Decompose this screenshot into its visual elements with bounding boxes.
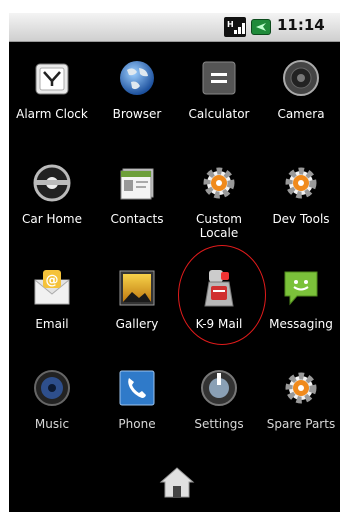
calculator-icon: [202, 61, 236, 95]
gallery-icon: [119, 270, 155, 306]
app-label: Messaging: [269, 317, 333, 331]
status-bar: H 11:14: [9, 13, 340, 42]
app-label: Camera: [277, 107, 325, 121]
globe-icon: [120, 61, 154, 95]
app-label: Custom Locale: [196, 212, 242, 240]
home-icon[interactable]: [159, 465, 195, 499]
camera-icon: [283, 60, 319, 96]
app-label: Phone: [118, 417, 156, 431]
app-alarm-clock[interactable]: Alarm Clock: [11, 58, 93, 138]
app-messaging[interactable]: Messaging: [260, 268, 340, 348]
app-label: Dev Tools: [272, 212, 330, 226]
app-label: Contacts: [110, 212, 164, 226]
app-label: Spare Parts: [266, 417, 336, 431]
app-browser[interactable]: Browser: [96, 58, 178, 138]
envelope-icon: @: [34, 270, 70, 305]
battery-charging-icon: [251, 19, 271, 35]
app-label: Alarm Clock: [16, 107, 88, 121]
app-label: Music: [34, 417, 70, 431]
app-email[interactable]: @ Email: [11, 268, 93, 348]
app-label: Car Home: [22, 212, 82, 226]
app-custom-locale[interactable]: Custom Locale: [178, 163, 260, 253]
app-car-home[interactable]: Car Home: [11, 163, 93, 253]
k9-highlight-circle: [178, 245, 266, 345]
app-label: Browser: [112, 107, 162, 121]
phone-handset-icon: [119, 370, 155, 406]
gear-icon: [285, 167, 317, 199]
app-label: Calculator: [188, 107, 250, 121]
app-dev-tools[interactable]: Dev Tools: [260, 163, 340, 253]
chat-bubble-icon: [284, 271, 318, 306]
settings-dial-icon: [201, 370, 237, 406]
app-label: Settings: [194, 417, 244, 431]
app-contacts[interactable]: Contacts: [96, 163, 178, 253]
app-phone[interactable]: Phone: [96, 368, 178, 448]
app-settings[interactable]: Settings: [178, 368, 260, 448]
app-label: Gallery: [115, 317, 159, 331]
gear-icon: [285, 372, 317, 404]
status-time: 11:14: [277, 16, 325, 34]
app-calculator[interactable]: Calculator: [178, 58, 260, 138]
device-screen: H 11:14 Alarm Clock Browser Calculator C…: [9, 13, 340, 512]
app-gallery[interactable]: Gallery: [96, 268, 178, 348]
alarm-clock-icon: [35, 63, 69, 95]
car-home-icon: [33, 164, 71, 202]
app-spare-parts[interactable]: Spare Parts: [260, 368, 340, 448]
app-music[interactable]: Music: [11, 368, 93, 448]
speaker-icon: [34, 370, 70, 406]
gear-icon: [203, 167, 235, 199]
svg-text:@: @: [46, 273, 59, 288]
app-label: Email: [35, 317, 69, 331]
app-camera[interactable]: Camera: [260, 58, 340, 138]
signal-icon: H: [224, 17, 246, 37]
contacts-icon: [120, 168, 154, 200]
